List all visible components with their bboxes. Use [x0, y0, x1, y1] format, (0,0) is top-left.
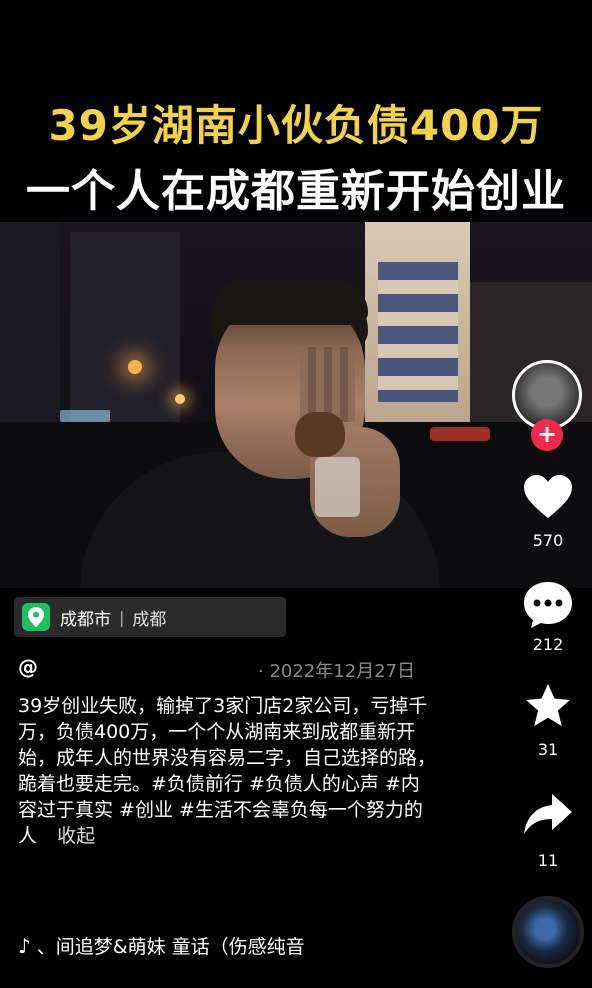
like-button[interactable]: [520, 474, 576, 524]
location-city: 成都市: [60, 609, 111, 630]
post-date: · 2022年12月27日: [258, 661, 416, 682]
food-wrapper: [315, 457, 360, 517]
username[interactable]: @: [18, 655, 38, 679]
share-button[interactable]: [520, 792, 576, 840]
background-building-left: [0, 222, 60, 432]
star-icon: [526, 684, 570, 726]
blurred-face: [300, 347, 355, 422]
music-info[interactable]: ♪ 、间追梦&萌妹 童话（伤感纯音: [18, 932, 305, 959]
follow-button[interactable]: +: [531, 419, 563, 451]
shop-light: [60, 410, 110, 422]
music-note-icon: ♪: [18, 933, 31, 958]
location-pin-icon: [22, 603, 50, 631]
music-disc[interactable]: [512, 896, 584, 968]
location-chip[interactable]: 成都市 | 成都: [14, 597, 286, 637]
video-frame[interactable]: [0, 222, 592, 588]
comment-button[interactable]: [520, 580, 576, 634]
comment-icon: [524, 582, 572, 628]
background-building-lit-windows: [378, 262, 458, 402]
car-light: [430, 427, 490, 441]
food-item: [295, 412, 345, 457]
person-hair-top: [212, 280, 368, 325]
favorite-count: 31: [537, 740, 559, 759]
share-icon: [524, 794, 572, 834]
street-light: [128, 360, 142, 374]
comment-count: 212: [532, 635, 564, 654]
title-banner: 39岁湖南小伙负债400万 一个人在成都重新开始创业: [0, 0, 592, 222]
street-light: [175, 394, 185, 404]
title-line-2: 一个人在成都重新开始创业: [26, 166, 566, 217]
share-count: 11: [537, 851, 559, 870]
like-count: 570: [532, 531, 564, 550]
location-separator: |: [119, 607, 125, 627]
post-caption: 39岁创业失败，输掉了3家门店2家公司，亏掉千万，负债400万，一个个从湖南来到…: [18, 693, 438, 849]
collapse-link[interactable]: 收起: [57, 825, 95, 847]
music-title: 、间追梦&萌妹 童话（伤感纯音: [36, 936, 305, 958]
title-line-1: 39岁湖南小伙负债400万: [48, 101, 544, 150]
favorite-button[interactable]: [520, 682, 576, 734]
heart-icon: [524, 475, 572, 518]
location-place: 成都: [132, 609, 167, 630]
background-building-tower: [70, 232, 180, 432]
